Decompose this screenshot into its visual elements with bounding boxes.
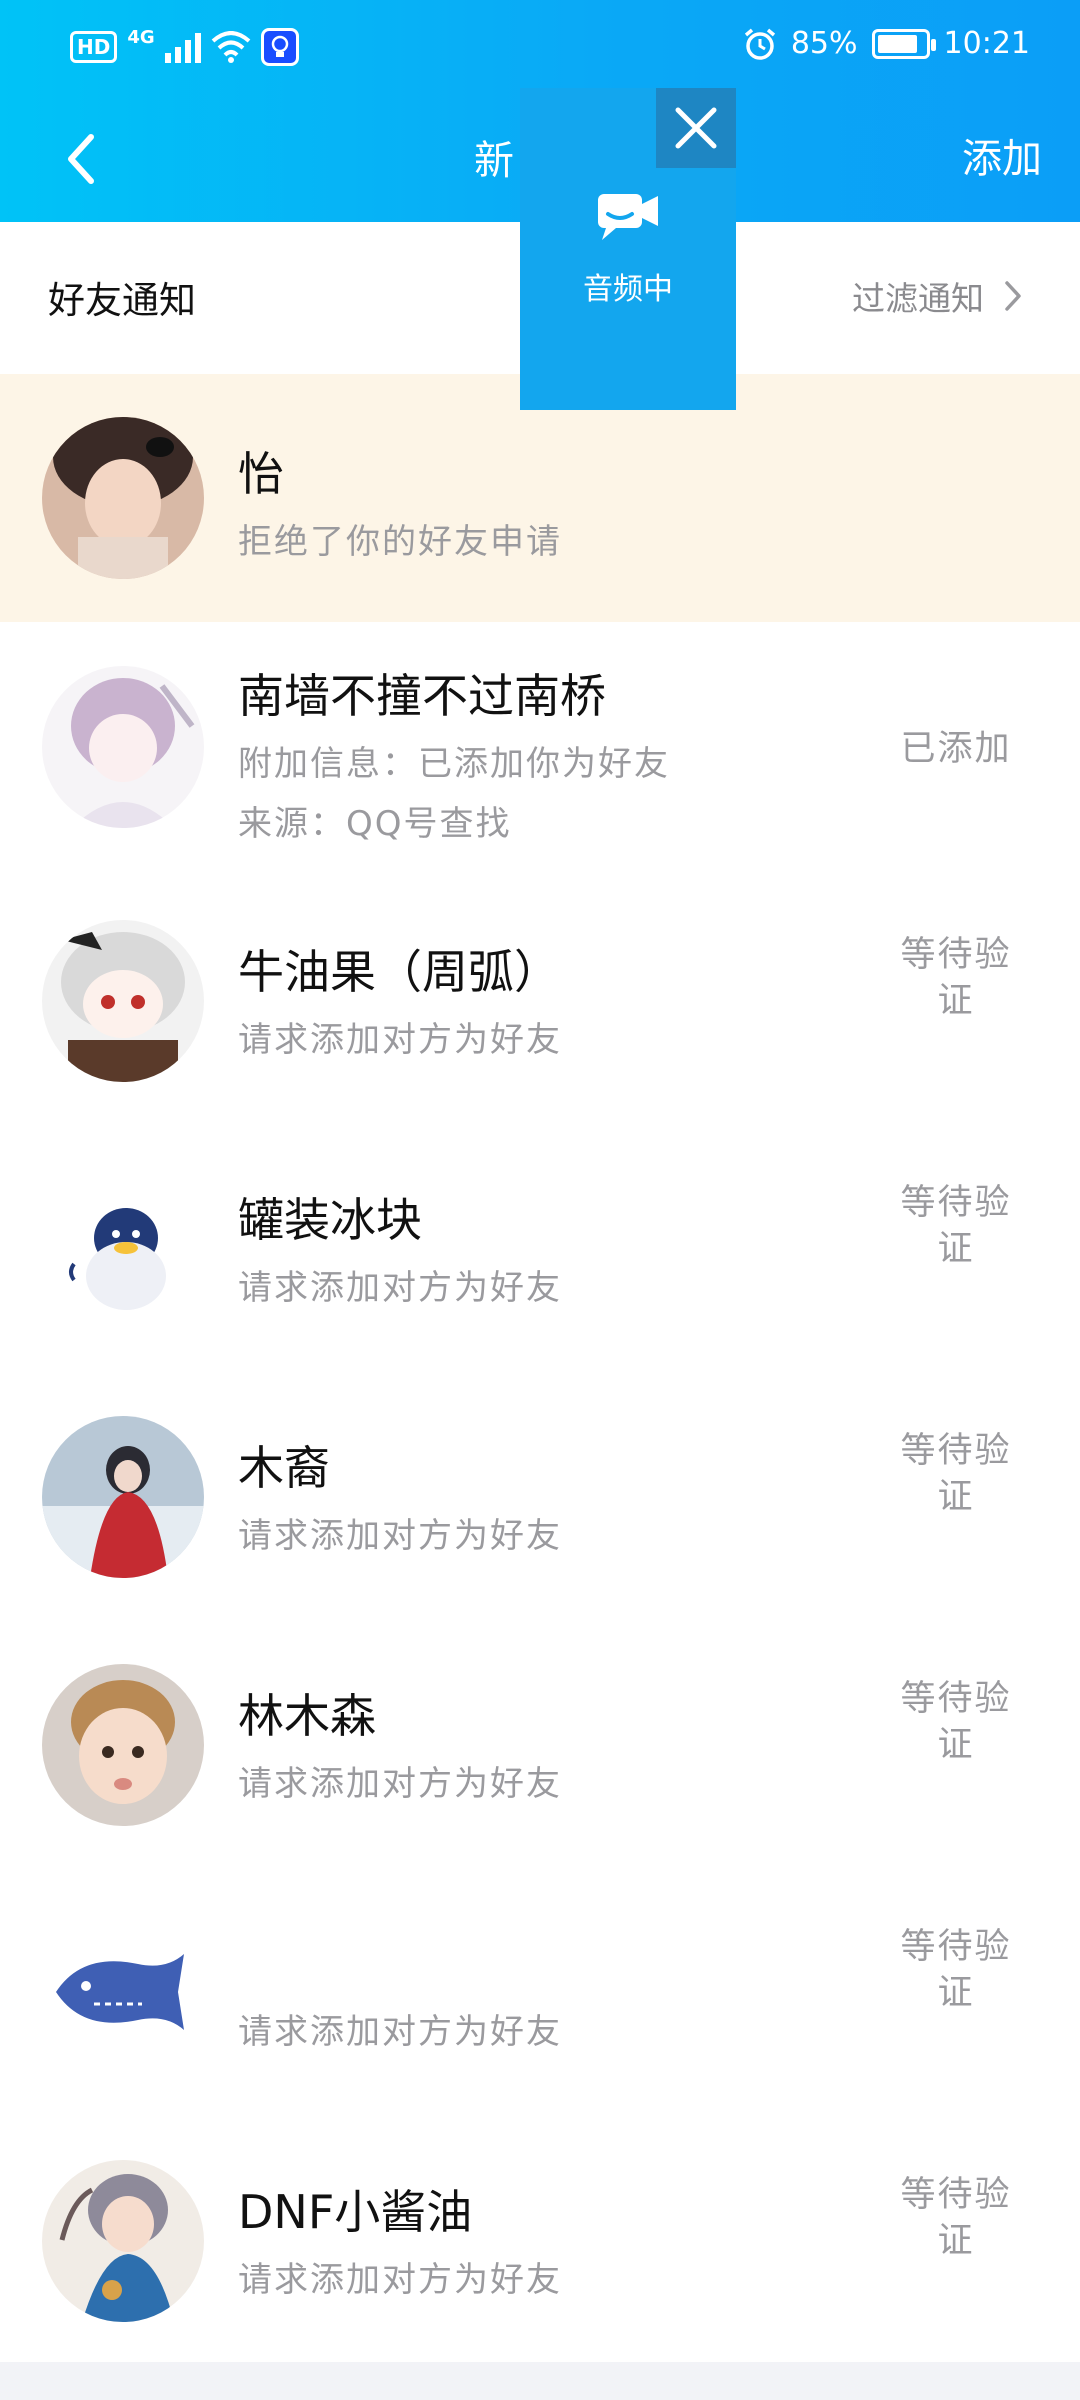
- status-label: 等待验证: [900, 1183, 1012, 1269]
- item-subtitle: 请求添加对方为好友: [238, 1764, 562, 1804]
- item-name: DNF小酱油: [238, 2185, 473, 2239]
- list-item[interactable]: 怡 拒绝了你的好友申请: [0, 374, 1080, 622]
- status-label: 已添加: [900, 729, 1012, 769]
- item-subtitle: 附加信息：已添加你为好友: [238, 744, 670, 784]
- avatar[interactable]: [42, 920, 204, 1082]
- avatar[interactable]: [42, 1912, 204, 2074]
- popup-label: 音频中: [583, 272, 673, 307]
- status-bar: HD 4G 85% 10:21: [0, 0, 1080, 96]
- status-right: 85% 10:21: [743, 26, 1030, 61]
- popup-close-button[interactable]: [656, 88, 736, 168]
- item-name: 南墙不撞不过南桥: [238, 669, 606, 723]
- hd-badge: HD: [70, 31, 118, 63]
- list-item[interactable]: 南墙不撞不过南桥 附加信息：已添加你为好友 来源：QQ号查找 已添加: [0, 622, 1080, 884]
- audio-call-floating-window[interactable]: 音频中: [520, 88, 736, 410]
- status-label: 等待验证: [900, 1679, 1012, 1765]
- back-button[interactable]: [50, 124, 110, 194]
- bottom-spacer: [0, 2362, 1080, 2400]
- video-camera-icon: [598, 194, 658, 240]
- clock: 10:21: [943, 26, 1030, 61]
- status-label: 等待验证: [900, 935, 1012, 1021]
- list-item[interactable]: 木裔 请求添加对方为好友 等待验证: [0, 1380, 1080, 1628]
- vpn-bulb-icon: [260, 28, 299, 66]
- item-name: 罐装冰块: [238, 1193, 422, 1247]
- avatar[interactable]: [42, 666, 204, 828]
- avatar[interactable]: [42, 1664, 204, 1826]
- list-item[interactable]: 请求添加对方为好友 等待验证: [0, 1876, 1080, 2124]
- avatar[interactable]: [42, 2160, 204, 2322]
- item-subtitle: 拒绝了你的好友申请: [238, 522, 562, 562]
- item-subtitle: 请求添加对方为好友: [238, 2260, 562, 2300]
- item-subtitle: 请求添加对方为好友: [238, 2012, 562, 2052]
- notice-title: 好友通知: [48, 279, 196, 322]
- item-subtitle: 请求添加对方为好友: [238, 1020, 562, 1060]
- item-name: 林木森: [238, 1689, 376, 1743]
- list-item[interactable]: 牛油果（周弧） 请求添加对方为好友 等待验证: [0, 884, 1080, 1132]
- status-left: HD 4G: [70, 26, 299, 66]
- status-label: 等待验证: [900, 1431, 1012, 1517]
- item-name: 牛油果（周弧）: [238, 945, 560, 999]
- friend-request-list: 怡 拒绝了你的好友申请 南墙不撞不过南桥 附加信息：已添加你为好友 来源：QQ号…: [0, 374, 1080, 2372]
- item-name: 怡: [238, 447, 284, 501]
- wifi-icon: [211, 31, 250, 63]
- avatar[interactable]: [42, 1168, 204, 1330]
- signal-icon: [164, 31, 201, 63]
- status-label: 等待验证: [900, 1927, 1012, 2013]
- battery-icon: [871, 28, 936, 59]
- list-item[interactable]: DNF小酱油 请求添加对方为好友 等待验证: [0, 2124, 1080, 2372]
- chevron-left-icon: [68, 134, 94, 184]
- close-icon: [675, 107, 717, 149]
- avatar[interactable]: [42, 1416, 204, 1578]
- battery-fill: [877, 34, 917, 53]
- filter-notice-button[interactable]: 过滤通知: [852, 272, 1022, 320]
- chevron-right-icon: [1005, 281, 1021, 311]
- list-item[interactable]: 罐装冰块 请求添加对方为好友 等待验证: [0, 1132, 1080, 1380]
- item-source: 来源：QQ号查找: [238, 804, 512, 844]
- item-subtitle: 请求添加对方为好友: [238, 1268, 562, 1308]
- status-label: 等待验证: [900, 2175, 1012, 2261]
- network-type: 4G: [127, 26, 155, 48]
- battery-percent: 85%: [790, 26, 858, 61]
- avatar[interactable]: [42, 417, 204, 579]
- filter-label: 过滤通知: [852, 279, 984, 318]
- list-item[interactable]: 林木森 请求添加对方为好友 等待验证: [0, 1628, 1080, 1876]
- item-name: 木裔: [238, 1441, 330, 1495]
- page-title: 新: [474, 138, 514, 184]
- item-subtitle: 请求添加对方为好友: [238, 1516, 562, 1556]
- add-button[interactable]: 添加: [962, 126, 1042, 184]
- alarm-icon: [744, 28, 775, 60]
